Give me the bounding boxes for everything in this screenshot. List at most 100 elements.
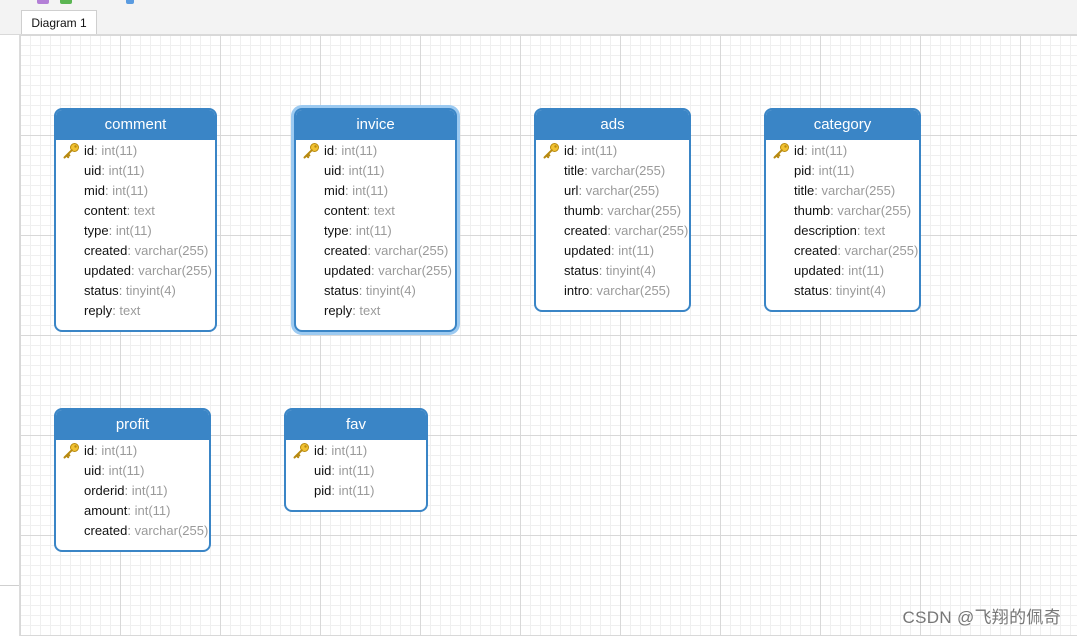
watermark: CSDN @飞翔的佩奇 [902, 608, 1061, 627]
field-name: mid [324, 183, 345, 198]
field-row[interactable]: id: int(11) [766, 141, 919, 161]
field-row[interactable]: description: text [766, 221, 919, 241]
field-row[interactable]: type: int(11) [296, 221, 455, 241]
panel-divider [0, 585, 19, 586]
field-row[interactable]: uid: int(11) [286, 461, 426, 481]
field-type: text [119, 303, 141, 318]
field-list: id: int(11) uid: int(11) mid: int(11) conte… [296, 140, 455, 330]
field-row[interactable]: created: varchar(255) [766, 241, 919, 261]
field-row[interactable]: uid: int(11) [296, 161, 455, 181]
field-row[interactable]: created: varchar(255) [536, 221, 689, 241]
field-name: title [564, 163, 585, 178]
field-row[interactable]: status: tinyint(4) [56, 281, 215, 301]
table-tool-icon[interactable] [60, 0, 72, 4]
field-separator: : [127, 243, 135, 258]
field-row[interactable]: id: int(11) [56, 141, 215, 161]
field-type: int(11) [115, 223, 152, 238]
diagram-tool-icon[interactable] [37, 0, 49, 4]
field-type: varchar(255) [596, 283, 671, 298]
diagram-canvas[interactable]: comment id: int(11) uid: int(11) mid: int(… [20, 35, 1077, 636]
field-name: pid [794, 163, 812, 178]
field-row[interactable]: updated: varchar(255) [296, 261, 455, 281]
field-type: int(11) [101, 443, 138, 458]
field-row[interactable]: mid: int(11) [56, 181, 215, 201]
field-type: int(11) [355, 223, 392, 238]
field-row[interactable]: reply: text [56, 301, 215, 321]
field-type: text [864, 223, 886, 238]
field-row[interactable]: title: varchar(255) [536, 161, 689, 181]
entity-title: fav [286, 410, 426, 440]
field-row[interactable]: amount: int(11) [56, 501, 209, 521]
field-separator: : [607, 223, 615, 238]
field-row[interactable]: intro: varchar(255) [536, 281, 689, 301]
field-separator: : [589, 283, 597, 298]
field-row[interactable]: title: varchar(255) [766, 181, 919, 201]
field-row[interactable]: id: int(11) [296, 141, 455, 161]
field-separator: : [348, 223, 356, 238]
field-row[interactable]: url: varchar(255) [536, 181, 689, 201]
entity-title: comment [56, 110, 215, 140]
field-row[interactable]: pid: int(11) [766, 161, 919, 181]
field-row[interactable]: created: varchar(255) [56, 521, 209, 541]
field-separator: : [358, 283, 366, 298]
field-row[interactable]: id: int(11) [536, 141, 689, 161]
entity-invice[interactable]: invice id: int(11) uid: int(11) mid: int(1… [294, 108, 457, 332]
entity-profit[interactable]: profit id: int(11) uid: int(11) orderid: i… [54, 408, 211, 552]
field-separator: : [331, 483, 339, 498]
field-separator: : [101, 163, 109, 178]
field-row[interactable]: created: varchar(255) [296, 241, 455, 261]
field-type: varchar(255) [134, 243, 209, 258]
field-row[interactable]: pid: int(11) [286, 481, 426, 501]
field-row[interactable]: reply: text [296, 301, 455, 321]
field-row[interactable]: id: int(11) [56, 441, 209, 461]
field-row[interactable]: thumb: varchar(255) [766, 201, 919, 221]
field-type: int(11) [338, 483, 375, 498]
field-name: status [794, 283, 829, 298]
field-row[interactable]: status: tinyint(4) [536, 261, 689, 281]
field-type: int(11) [134, 503, 171, 518]
field-type: int(11) [818, 163, 855, 178]
field-name: mid [84, 183, 105, 198]
field-row[interactable]: uid: int(11) [56, 461, 209, 481]
field-separator: : [367, 243, 375, 258]
field-row[interactable]: status: tinyint(4) [296, 281, 455, 301]
field-type: tinyint(4) [365, 283, 416, 298]
field-row[interactable]: orderid: int(11) [56, 481, 209, 501]
field-type: tinyint(4) [605, 263, 656, 278]
primary-key-icon [62, 142, 80, 160]
field-list: id: int(11) uid: int(11) orderid: int(11) a… [56, 440, 209, 550]
field-row[interactable]: updated: int(11) [766, 261, 919, 281]
field-name: amount [84, 503, 128, 518]
field-row[interactable]: type: int(11) [56, 221, 215, 241]
field-separator: : [341, 163, 349, 178]
field-row[interactable]: updated: int(11) [536, 241, 689, 261]
entity-title: ads [536, 110, 689, 140]
field-list: id: int(11) uid: int(11) pid: int(11) [286, 440, 426, 510]
field-type: int(11) [131, 483, 168, 498]
field-row[interactable]: thumb: varchar(255) [536, 201, 689, 221]
field-type: varchar(255) [134, 523, 209, 538]
field-name: content [84, 203, 127, 218]
entity-fav[interactable]: fav id: int(11) uid: int(11) pid: int(11) [284, 408, 428, 512]
tab-diagram-1[interactable]: Diagram 1 [21, 10, 97, 34]
field-row[interactable]: created: varchar(255) [56, 241, 215, 261]
field-row[interactable]: status: tinyint(4) [766, 281, 919, 301]
field-name: created [324, 243, 368, 258]
field-separator: : [828, 283, 836, 298]
entity-category[interactable]: category id: int(11) pid: int(11) title: v… [764, 108, 921, 312]
field-separator: : [108, 223, 116, 238]
field-row[interactable]: id: int(11) [286, 441, 426, 461]
refresh-tool-icon[interactable] [126, 0, 134, 4]
entity-comment[interactable]: comment id: int(11) uid: int(11) mid: int(… [54, 108, 217, 332]
field-list: id: int(11) uid: int(11) mid: int(11) conte… [56, 140, 215, 330]
field-row[interactable]: mid: int(11) [296, 181, 455, 201]
field-row[interactable]: content: text [296, 201, 455, 221]
field-name: created [84, 243, 128, 258]
entity-ads[interactable]: ads id: int(11) title: varchar(255) url: v… [534, 108, 691, 312]
primary-key-icon [302, 142, 320, 160]
field-row[interactable]: uid: int(11) [56, 161, 215, 181]
field-row[interactable]: content: text [56, 201, 215, 221]
field-separator: : [366, 203, 374, 218]
primary-key-icon [292, 442, 310, 460]
field-row[interactable]: updated: varchar(255) [56, 261, 215, 281]
